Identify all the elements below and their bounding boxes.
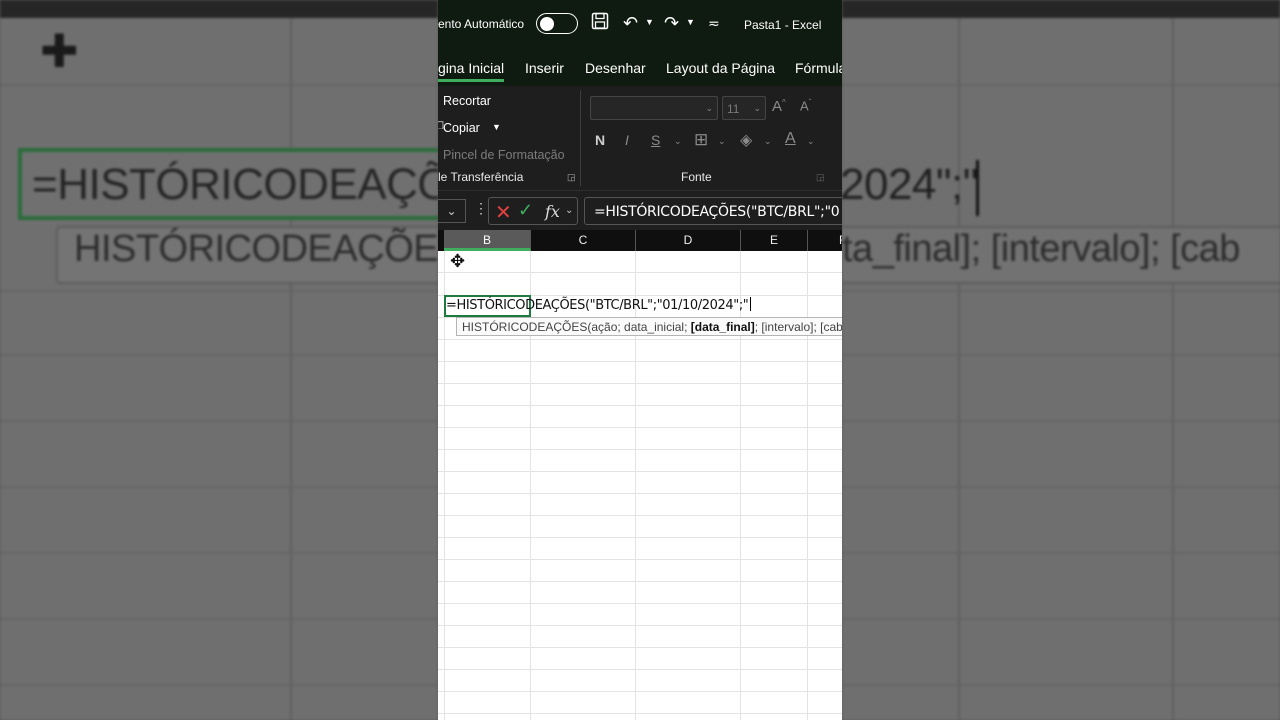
formula-input[interactable]: =HISTÓRICODEAÇÕES("BTC/BRL";"0: [584, 197, 842, 225]
background-formula-text-right: 2024";": [842, 160, 978, 209]
document-title: Pasta1 - Excel: [744, 18, 822, 32]
customize-toolbar-icon[interactable]: ≂: [708, 12, 720, 34]
worksheet-grid[interactable]: ✥ =HISTÓRICODEAÇÕES("BTC/BRL";"01/10/202…: [438, 251, 842, 720]
bold-button[interactable]: N: [595, 132, 605, 148]
active-cell-value[interactable]: =HISTÓRICODEAÇÕES("BTC/BRL";"01/10/2024"…: [446, 297, 752, 313]
tab-desenhar[interactable]: Desenhar: [585, 60, 646, 76]
cancel-icon[interactable]: ✕: [495, 200, 512, 225]
font-size-select[interactable]: 11 ⌄: [722, 96, 766, 120]
background-tooltip-text-right: ta_final]; [intervalo]; [cab: [842, 228, 1240, 270]
ribbon-tabs: gina Inicial Inserir Desenhar Layout da …: [438, 50, 842, 86]
confirm-icon[interactable]: ✓: [518, 200, 533, 221]
tab-inserir[interactable]: Inserir: [525, 60, 564, 76]
column-headers: B C D E F: [438, 230, 842, 251]
tab-formulas[interactable]: Fórmula: [795, 60, 842, 76]
underline-button[interactable]: S: [651, 132, 660, 148]
borders-dropdown-icon[interactable]: ⌄: [718, 136, 726, 147]
cut-button[interactable]: Recortar: [443, 94, 491, 108]
underline-dropdown-icon[interactable]: ⌄: [674, 136, 682, 147]
name-box-dropdown[interactable]: ⌄: [438, 199, 466, 223]
video-frame: ✚ =HISTÓRICODEAÇÕE HISTÓRICODEAÇÕES 2024…: [0, 0, 1280, 720]
tab-pagina-inicial[interactable]: gina Inicial: [438, 60, 505, 82]
undo-dropdown-icon[interactable]: ▼: [645, 17, 654, 27]
formula-actions: ✕ ✓ fx ⌄: [488, 197, 578, 225]
undo-icon[interactable]: ↶: [623, 12, 638, 34]
redo-dropdown-icon[interactable]: ▼: [686, 17, 695, 27]
font-group-label: Fonte: [681, 170, 712, 184]
formula-bar: ⌄ ⋮ ✕ ✓ fx ⌄ =HISTÓRICODEAÇÕES("BTC/BRL"…: [438, 190, 842, 230]
function-dropdown-icon[interactable]: ⌄: [565, 205, 573, 216]
decrease-font-icon[interactable]: Aˇ: [800, 98, 811, 113]
column-header-f[interactable]: F: [808, 230, 842, 251]
increase-font-icon[interactable]: A^: [772, 98, 786, 115]
format-painter-button[interactable]: Pincel de Formatação: [443, 148, 565, 162]
copy-dropdown-icon[interactable]: ▼: [492, 122, 501, 132]
font-name-select[interactable]: ⌄: [590, 96, 718, 120]
fill-color-dropdown-icon[interactable]: ⌄: [764, 136, 772, 147]
more-options-icon[interactable]: ⋮: [474, 200, 488, 217]
column-header-e[interactable]: E: [741, 230, 808, 251]
fill-color-icon[interactable]: ◈: [740, 130, 752, 150]
clipboard-launcher-icon[interactable]: ◲: [567, 172, 576, 183]
background-zoom-left: ✚ =HISTÓRICODEAÇÕE HISTÓRICODEAÇÕES: [0, 0, 438, 720]
column-header-b[interactable]: B: [444, 230, 531, 251]
tab-layout-da-pagina[interactable]: Layout da Página: [666, 60, 775, 76]
copy-button[interactable]: Copiar: [443, 121, 480, 135]
save-icon[interactable]: [591, 12, 609, 35]
background-tooltip-text: HISTÓRICODEAÇÕES: [74, 228, 438, 270]
excel-window: ento Automático ↶ ▼ ↷ ▼ ≂ Pasta1 - Excel…: [438, 0, 842, 720]
clipboard-group-label: le Transferência: [438, 170, 524, 184]
column-header-c[interactable]: C: [531, 230, 636, 251]
autosave-toggle[interactable]: [536, 13, 578, 34]
font-color-icon[interactable]: A: [785, 130, 796, 148]
mouse-cursor-icon: ✥: [450, 251, 466, 271]
borders-icon[interactable]: ⊞: [694, 130, 708, 150]
title-bar: ento Automático ↶ ▼ ↷ ▼ ≂ Pasta1 - Excel: [438, 0, 842, 50]
autosave-label: ento Automático: [438, 17, 525, 31]
font-color-dropdown-icon[interactable]: ⌄: [807, 136, 815, 147]
column-header-d[interactable]: D: [636, 230, 741, 251]
insert-function-icon[interactable]: fx: [545, 202, 560, 221]
redo-icon[interactable]: ↷: [664, 12, 679, 34]
current-argument: [data_final]: [690, 320, 755, 334]
italic-button[interactable]: I: [625, 132, 629, 148]
ribbon: Recortar ❐ Copiar ▼ Pincel de Formatação…: [438, 86, 842, 190]
background-zoom-right: 2024";" ta_final]; [intervalo]; [cab: [842, 0, 1280, 720]
cell-cursor-icon: ✚: [40, 25, 79, 77]
font-launcher-icon[interactable]: ◲: [816, 172, 825, 183]
background-formula-text: =HISTÓRICODEAÇÕE: [32, 160, 438, 209]
function-tooltip[interactable]: HISTÓRICODEAÇÕES(ação; data_inicial; [da…: [456, 317, 842, 336]
